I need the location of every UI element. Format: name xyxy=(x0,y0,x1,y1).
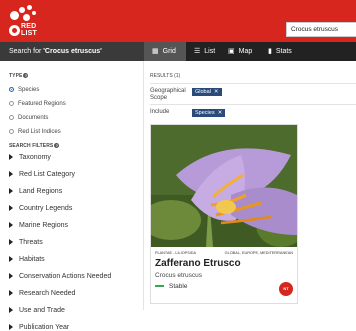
geographical-scope-label: Geographical Scope xyxy=(150,88,186,101)
caret-right-icon xyxy=(9,205,13,212)
species-result-card[interactable]: PLANTAE - LILIOPSIDA GLOBAL, EUROPE, MED… xyxy=(150,124,298,304)
trend-line-icon xyxy=(155,285,164,288)
caret-right-icon xyxy=(9,273,13,280)
search-filters-title: SEARCH FILTERS? xyxy=(9,143,60,149)
map-icon: ▣ xyxy=(228,48,235,55)
tab-grid-label: Grid xyxy=(162,48,176,55)
radio-selected-icon xyxy=(9,87,14,92)
logo-shape xyxy=(19,7,25,13)
divider xyxy=(150,104,356,105)
iucn-red-list-logo[interactable]: RED LIST xyxy=(8,4,40,38)
stats-icon: ▮ xyxy=(268,48,272,55)
filter-red-list-category[interactable]: Red List Category xyxy=(9,171,75,178)
species-photo xyxy=(151,125,297,247)
filter-country-legends[interactable]: Country Legends xyxy=(9,205,72,212)
caret-right-icon xyxy=(9,171,13,178)
caret-right-icon xyxy=(9,222,13,229)
include-label: Include xyxy=(150,109,170,115)
results-toolbar: Search for 'Crocus etruscus' ▦ Grid ☰ List… xyxy=(0,42,356,61)
app-header: RED LIST Crocus etruscus xyxy=(0,0,356,42)
caret-right-icon xyxy=(9,239,13,246)
search-for-term: 'Crocus etruscus' xyxy=(43,48,102,55)
tab-map[interactable]: ▣ Map xyxy=(228,42,264,61)
filter-conservation-actions-needed[interactable]: Conservation Actions Needed xyxy=(9,273,111,280)
radio-icon xyxy=(9,101,14,106)
radio-icon xyxy=(9,115,14,120)
remove-chip-icon[interactable]: ✕ xyxy=(218,110,223,116)
logo-text-line2: LIST xyxy=(21,30,37,37)
caret-right-icon xyxy=(9,307,13,314)
tab-list[interactable]: ☰ List xyxy=(194,42,228,61)
search-for-label: Search for 'Crocus etruscus' xyxy=(0,42,144,61)
caret-right-icon xyxy=(9,154,13,161)
tab-grid[interactable]: ▦ Grid xyxy=(144,42,186,61)
search-input[interactable]: Crocus etruscus xyxy=(286,22,356,37)
results-panel: RESULTS (1) Geographical Scope Global ✕ I… xyxy=(144,61,356,310)
logo-shape xyxy=(23,14,30,21)
help-icon[interactable]: ? xyxy=(23,73,29,79)
caret-right-icon xyxy=(9,188,13,195)
filter-sidebar: TYPE? Species Featured Regions Documents… xyxy=(0,61,144,331)
logo-text-line1: RED xyxy=(21,23,37,30)
radio-icon xyxy=(9,129,14,134)
tab-stats-label: Stats xyxy=(275,48,292,55)
filter-publication-year[interactable]: Publication Year xyxy=(9,324,69,331)
red-list-category-badge: NT xyxy=(279,282,293,296)
type-option-red-list-indices[interactable]: Red List Indices xyxy=(9,129,61,135)
filter-land-regions[interactable]: Land Regions xyxy=(9,188,62,195)
logo-text: RED LIST xyxy=(21,23,37,37)
caret-right-icon xyxy=(9,290,13,297)
species-scientific-name: Crocus etruscus xyxy=(155,272,202,279)
logo-shape xyxy=(10,11,19,20)
type-section-title: TYPE? xyxy=(9,73,29,79)
filter-research-needed[interactable]: Research Needed xyxy=(9,290,75,297)
type-option-featured-regions[interactable]: Featured Regions xyxy=(9,101,66,107)
crocus-flower-image xyxy=(151,125,297,247)
results-count: RESULTS (1) xyxy=(150,73,181,79)
caret-right-icon xyxy=(9,324,13,331)
tab-stats[interactable]: ▮ Stats xyxy=(268,42,308,61)
type-option-documents[interactable]: Documents xyxy=(9,115,48,121)
logo-shape xyxy=(12,28,17,33)
grid-icon: ▦ xyxy=(152,48,159,55)
type-option-species[interactable]: Species xyxy=(9,87,39,93)
scope-label: GLOBAL, EUROPE, MEDITERRANEAN xyxy=(224,251,293,255)
filter-threats[interactable]: Threats xyxy=(9,239,43,246)
caret-right-icon xyxy=(9,256,13,263)
population-trend: Stable xyxy=(155,283,187,290)
remove-chip-icon[interactable]: ✕ xyxy=(214,89,219,95)
tab-map-label: Map xyxy=(238,48,253,55)
scope-filter-chip[interactable]: Global ✕ xyxy=(192,88,222,96)
tab-list-label: List xyxy=(204,48,216,55)
search-for-prefix: Search for xyxy=(9,48,44,55)
filter-taxonomy[interactable]: Taxonomy xyxy=(9,154,51,161)
taxonomy-label: PLANTAE - LILIOPSIDA xyxy=(155,251,197,255)
species-common-name[interactable]: Zafferano Etrusco xyxy=(155,258,241,269)
help-icon[interactable]: ? xyxy=(54,143,60,149)
logo-shape xyxy=(27,5,32,10)
divider xyxy=(150,83,356,84)
list-icon: ☰ xyxy=(194,48,201,55)
include-filter-chip[interactable]: Species ✕ xyxy=(192,109,226,117)
filter-marine-regions[interactable]: Marine Regions xyxy=(9,222,68,229)
filter-use-and-trade[interactable]: Use and Trade xyxy=(9,307,65,314)
logo-shape xyxy=(32,11,36,15)
filter-habitats[interactable]: Habitats xyxy=(9,256,45,263)
